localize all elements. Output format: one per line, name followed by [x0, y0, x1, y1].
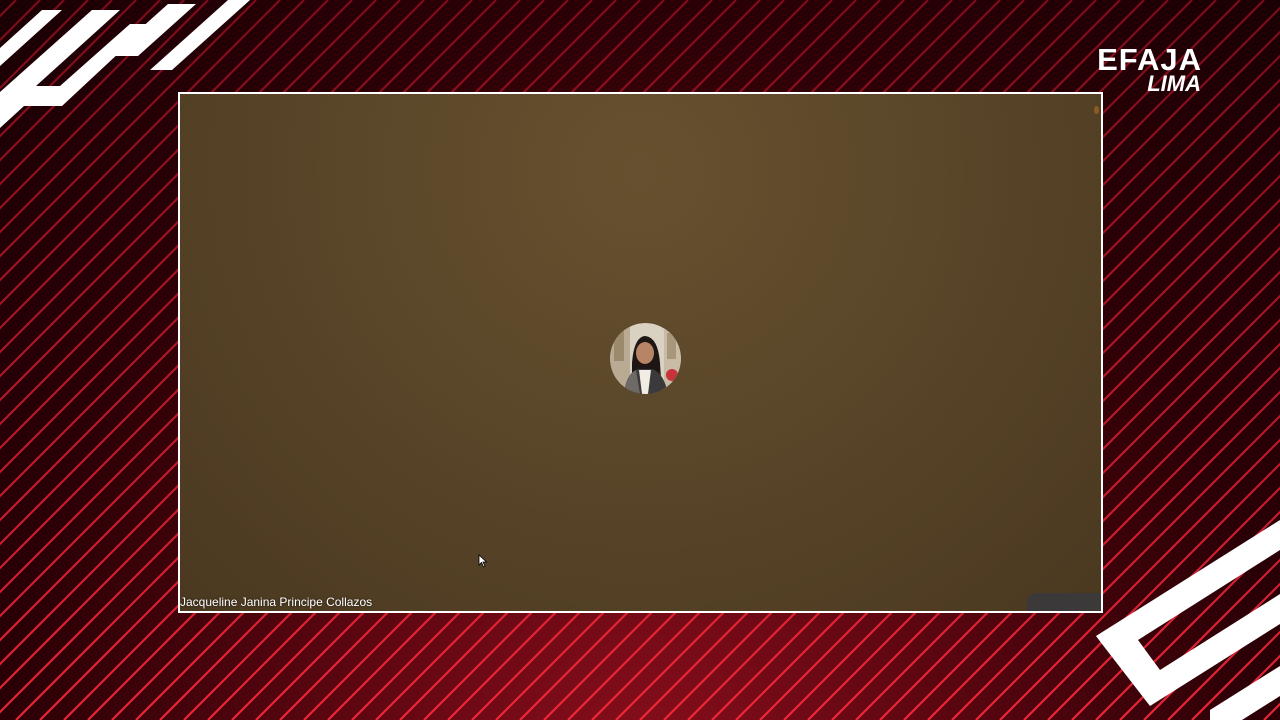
fret-pattern-bottom-right-icon: [1096, 520, 1280, 720]
meeting-controls-pill[interactable]: [1027, 593, 1101, 611]
video-meeting-window[interactable]: Jacqueline Janina Principe Collazos: [178, 92, 1103, 613]
brand-logo: EFAJA LIMA: [1097, 44, 1202, 95]
participant-avatar[interactable]: [610, 323, 681, 394]
stream-overlay: EFAJA LIMA Jacqueline Janina Principe Co…: [0, 0, 1280, 720]
person-photo-icon: [610, 323, 681, 394]
mouse-cursor-icon: [478, 554, 488, 568]
status-indicator-icon: [1094, 106, 1099, 114]
participant-name-label: Jacqueline Janina Principe Collazos: [180, 595, 373, 609]
